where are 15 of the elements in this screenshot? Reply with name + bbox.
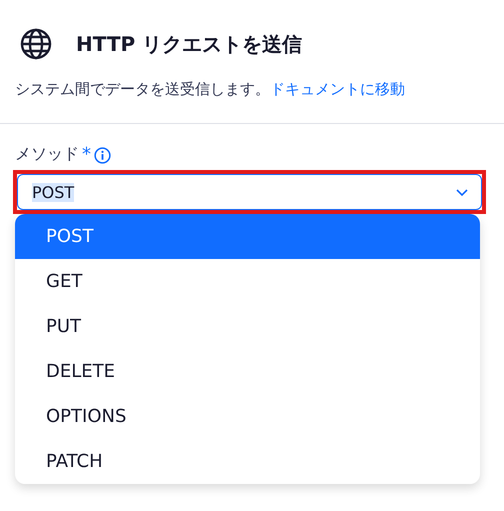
field-label: メソッド <box>15 144 79 165</box>
panel-title: HTTP リクエストを送信 <box>76 30 302 58</box>
menu-option[interactable]: PUT <box>15 304 480 349</box>
docs-link[interactable]: ドキュメントに移動 <box>270 80 405 98</box>
menu-option[interactable]: OPTIONS <box>15 394 480 439</box>
menu-option[interactable]: GET <box>15 259 480 304</box>
menu-option[interactable]: PATCH <box>15 439 480 484</box>
required-mark: * <box>82 144 91 165</box>
chevron-down-icon <box>455 187 469 197</box>
description: システム間でデータを送受信します。ドキュメントに移動 <box>15 79 406 100</box>
menu-option[interactable]: DELETE <box>15 349 480 394</box>
menu-option[interactable]: POST <box>15 214 480 259</box>
info-icon[interactable] <box>94 147 111 164</box>
method-dropdown[interactable]: POST <box>17 174 482 210</box>
globe-icon <box>20 28 52 60</box>
